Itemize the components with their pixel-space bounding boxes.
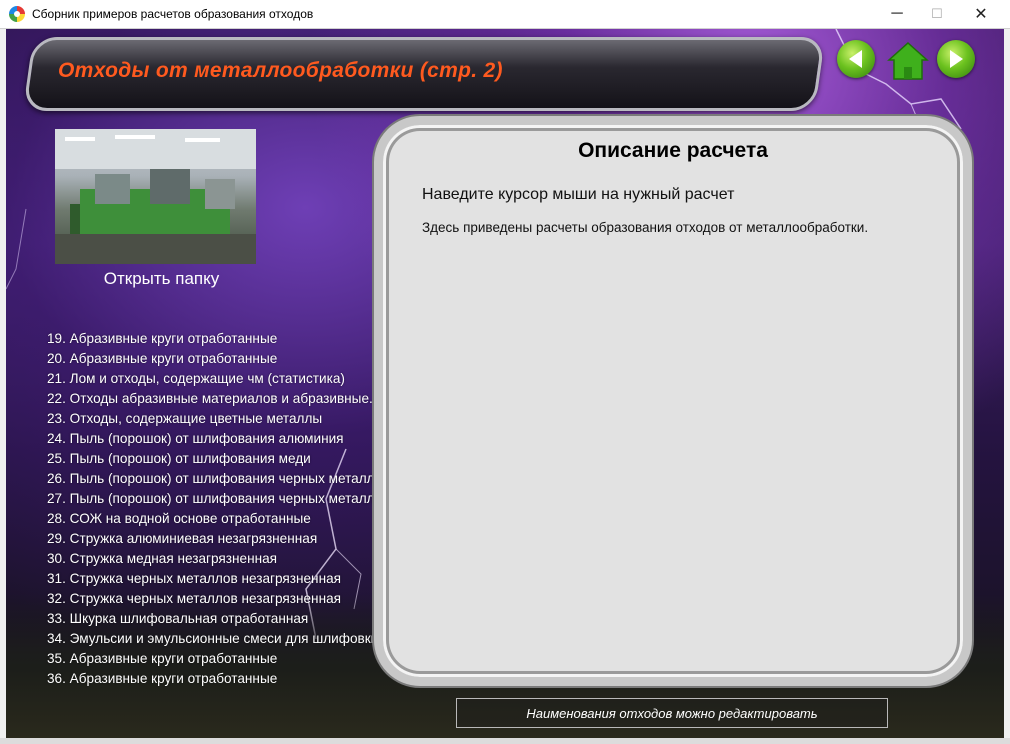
calculation-item[interactable]: 34. Эмульсии и эмульсионные смеси для шл…	[47, 629, 390, 649]
description-hint: Наведите курсор мыши на нужный расчет	[422, 186, 735, 203]
arrow-right-icon	[950, 50, 963, 68]
calculation-list: 19. Абразивные круги отработанные 20. Абр…	[47, 329, 390, 689]
window-titlebar: Сборник примеров расчетов образования от…	[0, 0, 1010, 29]
calculation-item[interactable]: 32. Стружка черных металлов незагрязненн…	[47, 589, 390, 609]
app-icon	[9, 6, 25, 22]
calculation-item[interactable]: 28. СОЖ на водной основе отработанные	[47, 509, 390, 529]
calculation-item[interactable]: 19. Абразивные круги отработанные	[47, 329, 390, 349]
open-folder-link[interactable]: Открыть папку	[55, 269, 268, 289]
calculation-item[interactable]: 33. Шкурка шлифовальная отработанная	[47, 609, 390, 629]
description-title: Описание расчета	[578, 139, 768, 162]
calculation-item[interactable]: 35. Абразивные круги отработанные	[47, 649, 390, 669]
calculation-item[interactable]: 26. Пыль (порошок) от шлифования черных …	[47, 469, 390, 489]
app-stage: Отходы от металлообработки (стр. 2) Откр…	[6, 29, 1004, 744]
folder-thumbnail[interactable]	[55, 129, 256, 264]
home-button[interactable]	[887, 41, 929, 81]
home-icon	[887, 41, 929, 80]
workshop-photo	[55, 129, 256, 264]
calculation-item[interactable]: 24. Пыль (порошок) от шлифования алюмини…	[47, 429, 390, 449]
calculation-item[interactable]: 22. Отходы абразивные материалов и абраз…	[47, 389, 390, 409]
calculation-item[interactable]: 30. Стружка медная незагрязненная	[47, 549, 390, 569]
calculation-item[interactable]: 20. Абразивные круги отработанные	[47, 349, 390, 369]
calculation-item[interactable]: 25. Пыль (порошок) от шлифования меди	[47, 449, 390, 469]
calculation-item[interactable]: 29. Стружка алюминиевая незагрязненная	[47, 529, 390, 549]
description-text: Здесь приведены расчеты образования отхо…	[422, 220, 869, 235]
calculation-item[interactable]: 31. Стружка черных металлов незагрязненн…	[47, 569, 390, 589]
arrow-left-icon	[849, 50, 862, 68]
description-panel: Описание расчета Наведите курсор мыши на…	[374, 116, 972, 686]
calculation-item[interactable]: 36. Абразивные круги отработанные	[47, 669, 390, 689]
calculation-item[interactable]: 21. Лом и отходы, содержащие чм (статист…	[47, 369, 390, 389]
maximize-button[interactable]: ☐	[914, 0, 960, 28]
forward-button[interactable]	[937, 40, 975, 78]
calculation-item[interactable]: 23. Отходы, содержащие цветные металлы	[47, 409, 390, 429]
calculation-item[interactable]: 27. Пыль (порошок) от шлифования черных …	[47, 489, 390, 509]
edit-note: Наименования отходов можно редактировать	[456, 698, 888, 728]
close-button[interactable]: ✕	[958, 0, 1004, 28]
window-title: Сборник примеров расчетов образования от…	[32, 7, 314, 21]
back-button[interactable]	[837, 40, 875, 78]
page-title: Отходы от металлообработки (стр. 2)	[58, 59, 503, 82]
window-bottom-edge	[0, 738, 1010, 744]
